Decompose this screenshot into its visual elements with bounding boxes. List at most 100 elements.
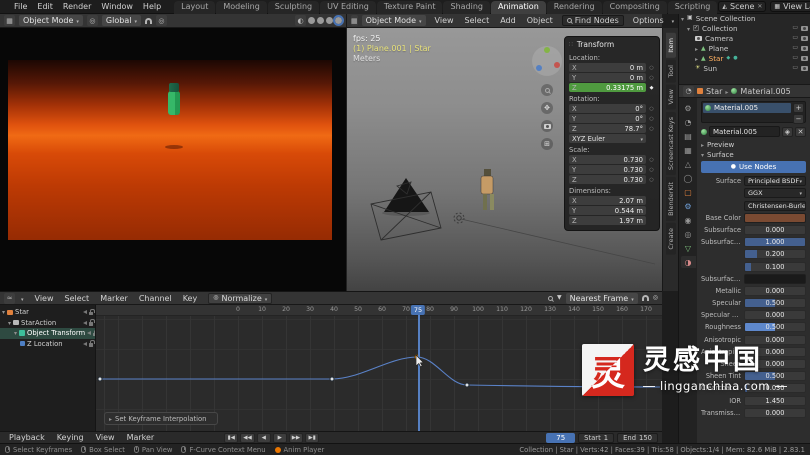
hide-viewport-icon[interactable]: ▭: [792, 35, 798, 41]
playhead-frame-label[interactable]: 75: [410, 305, 426, 315]
disable-render-icon[interactable]: [801, 65, 808, 71]
hide-viewport-icon[interactable]: ▭: [792, 45, 798, 51]
menu-item[interactable]: Add: [495, 16, 521, 25]
menu-item[interactable]: Select: [60, 294, 95, 303]
npanel-tab[interactable]: Tool: [665, 59, 676, 83]
material-shading-icon[interactable]: [326, 17, 333, 24]
move-view-icon[interactable]: ✥: [541, 102, 553, 114]
play-button[interactable]: ▶: [272, 432, 287, 443]
tab-tool[interactable]: ⚙: [681, 102, 696, 114]
expand-icon[interactable]: [681, 14, 684, 23]
keyframe-dot[interactable]: [464, 382, 470, 388]
tab-material[interactable]: ◑: [680, 256, 696, 268]
collection-checkbox[interactable]: ✓: [693, 25, 700, 31]
scale-x-field[interactable]: X 0.730: [569, 155, 646, 164]
transform-panel-title[interactable]: ∷ Transform: [569, 39, 655, 52]
expand-icon[interactable]: [687, 24, 690, 33]
expand-icon[interactable]: [695, 44, 698, 53]
surface-shader-dropdown[interactable]: Principled BSDF: [744, 176, 806, 187]
jump-to-end-button[interactable]: ▶▮: [305, 432, 320, 443]
keyframe-decorator[interactable]: [648, 177, 655, 183]
drag-grip-icon[interactable]: ∷: [569, 41, 574, 48]
use-nodes-button[interactable]: ● Use Nodes: [701, 161, 806, 173]
npanel-tab[interactable]: BlenderKit: [665, 176, 676, 221]
editor-type-icon[interactable]: ≈: [4, 292, 15, 304]
menu-item[interactable]: View: [430, 16, 459, 25]
mute-icon[interactable]: [83, 310, 87, 315]
tab-constraints[interactable]: ◎: [681, 228, 696, 240]
disable-render-icon[interactable]: [801, 45, 808, 51]
menu-item[interactable]: Window: [96, 2, 138, 11]
keyframe-dot[interactable]: [329, 376, 335, 382]
workspace-tab[interactable]: Texture Paint: [376, 0, 443, 14]
workspace-tab[interactable]: UV Editing: [320, 0, 376, 14]
mute-icon[interactable]: [83, 341, 87, 346]
tab-object[interactable]: ▢: [681, 186, 696, 198]
scene-clear-icon[interactable]: ✕: [757, 3, 762, 10]
axis-x-dot[interactable]: [554, 62, 560, 68]
outliner-row-star[interactable]: ▲ Star ◆ ● ▭: [679, 53, 810, 63]
keyframe-dot[interactable]: [97, 376, 103, 382]
outliner-row-camera[interactable]: Camera ▭: [679, 33, 810, 43]
workspace-tab[interactable]: Rendering: [546, 0, 602, 14]
orientation-dropdown[interactable]: Global: [101, 15, 141, 26]
fake-user-button[interactable]: ◈: [782, 126, 793, 137]
camera-view-icon[interactable]: [541, 120, 553, 132]
disable-render-icon[interactable]: [801, 25, 808, 31]
keyframe-decorator[interactable]: [648, 167, 655, 173]
menu-item[interactable]: Marker: [122, 433, 160, 442]
channel-fcurve[interactable]: Z Location: [0, 339, 95, 350]
lock-icon[interactable]: [89, 319, 95, 326]
axis-y-dot[interactable]: [544, 47, 550, 53]
menu-item[interactable]: Edit: [32, 2, 58, 11]
rotation-y-field[interactable]: Y 0°: [569, 114, 646, 123]
filter-icon[interactable]: ▼: [557, 295, 562, 301]
property-slider[interactable]: 0.000: [744, 285, 806, 296]
proportional-edit-icon[interactable]: ◎: [653, 295, 658, 301]
dimensions-y-field[interactable]: Y 0.544 m: [569, 206, 646, 215]
location-y-field[interactable]: Y0 m: [569, 73, 646, 82]
channel-action[interactable]: StarAction: [0, 318, 95, 329]
workspace-tab[interactable]: Animation: [490, 0, 546, 14]
remove-slot-button[interactable]: −: [793, 114, 804, 124]
tab-physics[interactable]: ◉: [681, 214, 696, 226]
outliner-row-scene-collection[interactable]: ▣ Scene Collection: [679, 13, 810, 23]
property-slider[interactable]: 0.500: [744, 322, 806, 333]
property-slider[interactable]: 1.000: [744, 237, 806, 248]
options-menu[interactable]: Options: [628, 16, 669, 25]
ortho-toggle-icon[interactable]: ⊞: [541, 138, 553, 150]
expand-icon[interactable]: [14, 329, 17, 337]
start-frame-field[interactable]: Start 1: [578, 432, 615, 443]
property-slider[interactable]: 0.000: [744, 407, 806, 418]
keyframe-decorator[interactable]: [648, 75, 655, 81]
color-swatch[interactable]: [744, 212, 806, 223]
expand-icon[interactable]: [8, 319, 11, 327]
property-slider[interactable]: 1.450: [744, 395, 806, 406]
keyframe-decorator[interactable]: [648, 106, 655, 112]
color-swatch[interactable]: [744, 273, 806, 284]
menu-item[interactable]: Help: [138, 2, 166, 11]
workspace-tab[interactable]: Layout: [174, 0, 216, 14]
material-name-field[interactable]: Material.005: [709, 126, 780, 137]
dimensions-z-field[interactable]: Z 1.97 m: [569, 216, 646, 225]
property-slider[interactable]: 0.500: [744, 298, 806, 309]
find-nodes-button[interactable]: Find Nodes: [561, 15, 624, 26]
tab-view-layer[interactable]: ▦: [681, 144, 696, 156]
expand-icon[interactable]: [2, 308, 5, 316]
outliner-row-collection[interactable]: ✓ Collection ▭: [679, 23, 810, 33]
zoom-icon[interactable]: [541, 84, 553, 96]
mute-icon[interactable]: [87, 331, 92, 336]
mode-dropdown[interactable]: Object Mode: [19, 15, 83, 26]
channel-checkbox[interactable]: [19, 330, 26, 337]
location-x-field[interactable]: X0 m: [569, 63, 646, 72]
operator-panel[interactable]: Set Keyframe Interpolation: [104, 412, 218, 425]
hide-viewport-icon[interactable]: ▭: [792, 55, 798, 61]
current-frame-field[interactable]: 75: [546, 432, 576, 443]
rotation-z-field[interactable]: Z 78.7°: [569, 124, 646, 133]
tab-object-data[interactable]: ▽: [681, 242, 696, 254]
channel-object[interactable]: Star: [0, 307, 95, 318]
overlays-icon[interactable]: ◐: [295, 15, 306, 26]
mode-dropdown[interactable]: Object Mode: [361, 15, 426, 26]
workspace-tab[interactable]: Compositing: [602, 0, 667, 14]
npanel-tab[interactable]: Create: [665, 222, 676, 255]
